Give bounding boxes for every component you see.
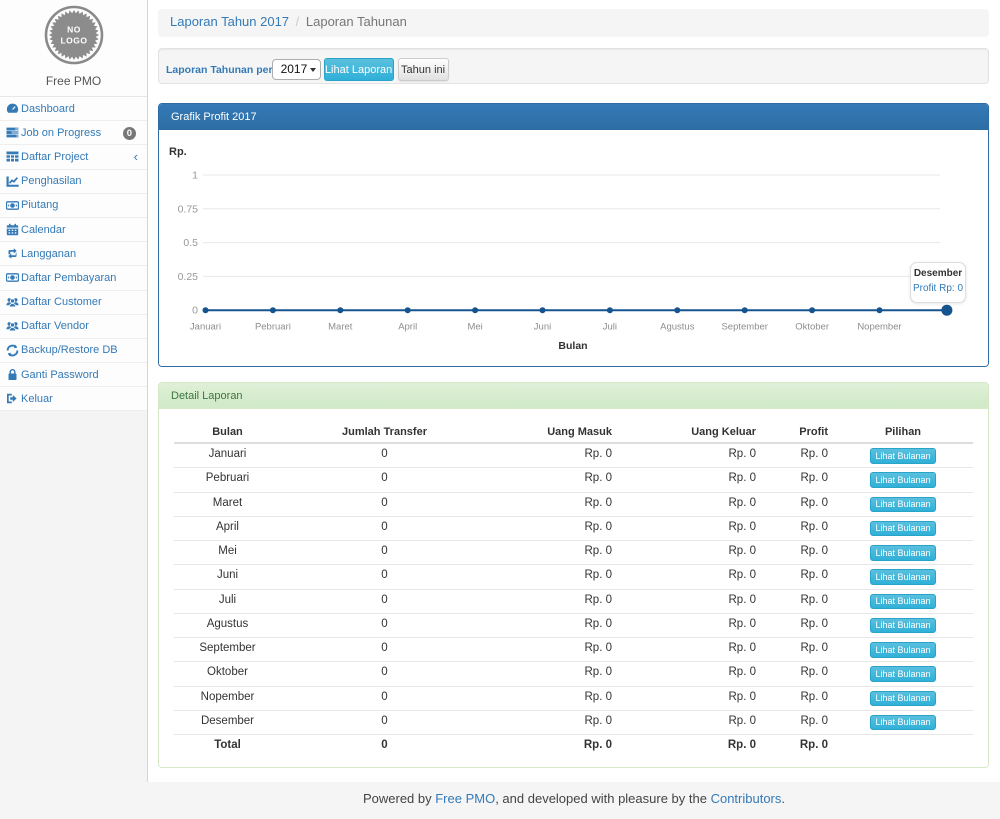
svg-text:Maret: Maret — [328, 322, 353, 333]
svg-text:Agustus: Agustus — [660, 322, 695, 333]
svg-text:LOGO: LOGO — [60, 36, 87, 46]
svg-text:Januari: Januari — [190, 322, 221, 333]
svg-text:April: April — [398, 322, 417, 333]
svg-text:Juli: Juli — [603, 322, 617, 333]
svg-text:0.5: 0.5 — [183, 237, 198, 249]
svg-text:0.75: 0.75 — [178, 203, 199, 215]
svg-text:Juni: Juni — [534, 322, 551, 333]
svg-text:Bulan: Bulan — [558, 340, 587, 352]
svg-text:Oktober: Oktober — [795, 322, 829, 333]
svg-text:1: 1 — [192, 170, 198, 182]
svg-text:Pebruari: Pebruari — [255, 322, 291, 333]
svg-text:September: September — [721, 322, 767, 333]
svg-text:Rp.: Rp. — [169, 146, 187, 158]
svg-text:0: 0 — [192, 305, 198, 317]
svg-text:Nopember: Nopember — [857, 322, 901, 333]
svg-text:0.25: 0.25 — [178, 271, 199, 283]
svg-text:NO: NO — [67, 25, 81, 35]
svg-text:Mei: Mei — [467, 322, 482, 333]
